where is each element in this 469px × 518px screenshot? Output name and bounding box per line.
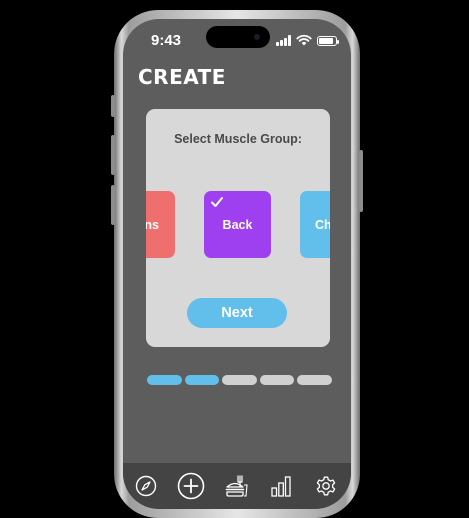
dynamic-island	[206, 26, 270, 48]
status-bar: 9:43	[123, 19, 351, 63]
volume-down-button	[111, 185, 115, 225]
battery-fill	[319, 38, 333, 44]
volume-up-button	[111, 135, 115, 175]
cellular-signal-icon	[276, 35, 291, 46]
add-circle-icon	[177, 472, 205, 500]
wifi-icon	[296, 34, 312, 46]
tab-compass[interactable]	[131, 471, 161, 501]
muscle-group-label: Ch	[315, 217, 330, 232]
tab-meals[interactable]	[221, 471, 251, 501]
tab-settings[interactable]	[311, 471, 341, 501]
muscle-group-option-selected[interactable]: Back	[204, 191, 271, 258]
status-time: 9:43	[151, 32, 182, 49]
status-icons	[276, 34, 339, 46]
progress-segment	[147, 375, 182, 385]
muscle-group-option-prev[interactable]: ns	[146, 191, 175, 258]
meal-icon	[225, 475, 248, 497]
bottom-tab-bar	[123, 463, 351, 509]
muscle-group-label: Back	[222, 217, 253, 232]
step-progress-bar	[147, 375, 332, 385]
battery-icon	[317, 36, 339, 46]
power-button	[359, 150, 363, 212]
tab-create[interactable]	[176, 471, 206, 501]
progress-segment	[259, 375, 294, 385]
compass-icon	[135, 475, 157, 497]
muscle-group-option-next[interactable]: Ch	[300, 191, 330, 258]
checkmark-icon	[211, 197, 223, 207]
gear-icon	[316, 476, 336, 496]
muscle-group-label: ns	[146, 217, 159, 232]
progress-segment	[222, 375, 257, 385]
progress-segment	[297, 375, 332, 385]
modal-title: Select Muscle Group:	[174, 132, 302, 146]
page-title: CREATE	[138, 65, 226, 89]
progress-segment	[184, 375, 219, 385]
tab-stats[interactable]	[266, 471, 296, 501]
muscle-group-modal: Select Muscle Group: ns Back Ch Next	[146, 109, 330, 347]
bar-chart-icon	[271, 476, 291, 497]
next-button[interactable]: Next	[187, 298, 287, 328]
action-button	[111, 95, 115, 117]
front-camera	[254, 34, 260, 40]
phone-screen: 9:43 CREATE Select Muscle Group: ns Back	[123, 19, 351, 509]
